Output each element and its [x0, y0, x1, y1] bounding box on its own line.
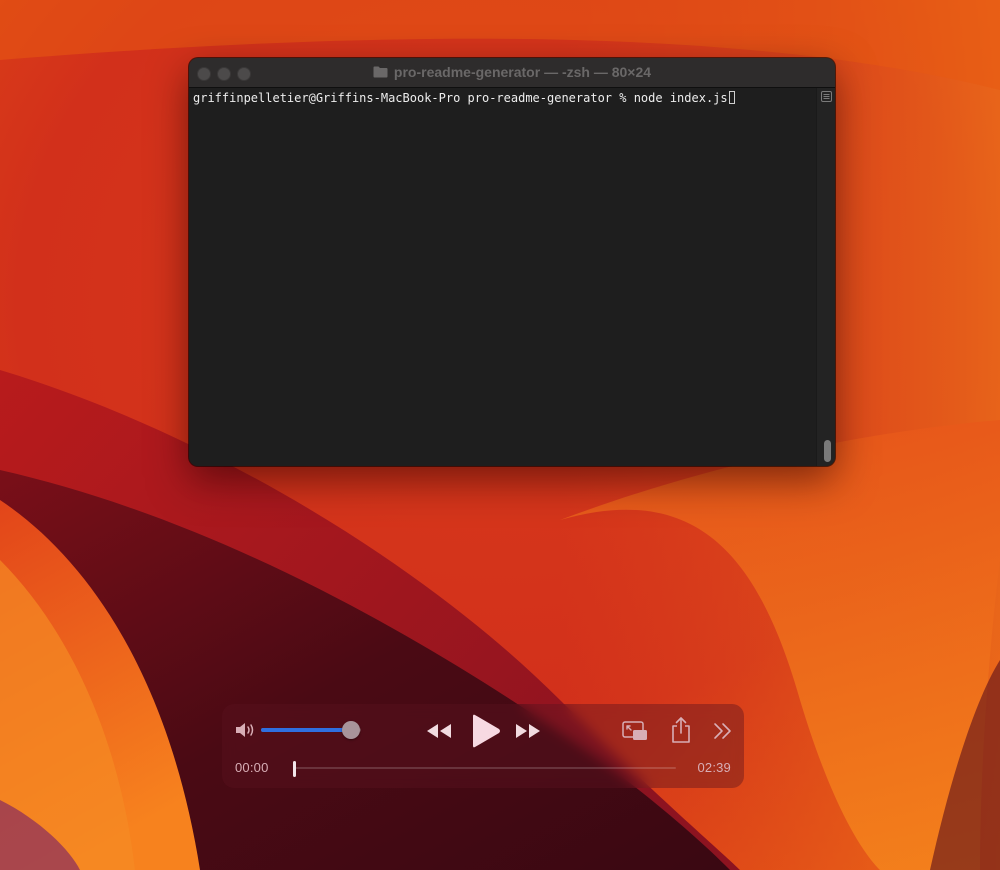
shell-prompt: griffinpelletier@Griffins-MacBook-Pro pr… — [193, 91, 634, 105]
terminal-window[interactable]: pro-readme-generator — -zsh — 80×24 grif… — [189, 58, 835, 466]
speaker-icon[interactable] — [234, 721, 258, 739]
playback-progress-bar[interactable] — [293, 760, 676, 777]
terminal-scrollbar[interactable] — [816, 88, 835, 466]
progress-track[interactable] — [294, 767, 676, 769]
split-view-icon[interactable] — [821, 91, 832, 102]
folder-icon — [373, 66, 388, 78]
terminal-title-text: pro-readme-generator — -zsh — 80×24 — [393, 64, 652, 80]
media-player-controls[interactable]: 00:00 02:39 — [222, 704, 744, 788]
rewind-icon[interactable] — [425, 721, 453, 741]
play-icon[interactable] — [468, 714, 502, 748]
fast-forward-icon[interactable] — [514, 721, 542, 741]
picture-in-picture-icon[interactable] — [622, 720, 648, 742]
playhead[interactable] — [293, 761, 296, 777]
text-cursor — [728, 91, 735, 104]
more-chevron-icon[interactable] — [712, 721, 734, 741]
scrollbar-thumb[interactable] — [824, 440, 831, 462]
volume-knob[interactable] — [342, 721, 360, 739]
typed-command: node index.js — [633, 91, 728, 105]
terminal-title: pro-readme-generator — -zsh — 80×24 — [189, 64, 835, 80]
volume-slider[interactable] — [261, 721, 361, 739]
current-time: 00:00 — [235, 760, 269, 775]
terminal-titlebar[interactable]: pro-readme-generator — -zsh — 80×24 — [189, 58, 835, 88]
volume-fill — [261, 728, 351, 732]
terminal-output[interactable]: griffinpelletier@Griffins-MacBook-Pro pr… — [189, 88, 817, 466]
total-duration: 02:39 — [697, 760, 731, 775]
share-icon[interactable] — [669, 716, 693, 744]
